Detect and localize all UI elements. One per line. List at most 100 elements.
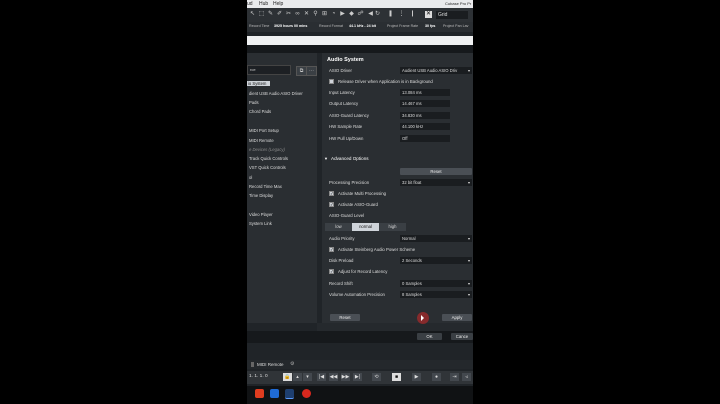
release-driver-label: Release Driver when Application is in Ba… xyxy=(338,79,433,84)
asio-guard-latency-value: 34.830 ms xyxy=(400,112,450,119)
rewind-icon[interactable]: ◀◀ xyxy=(329,373,338,381)
record-shift-field[interactable]: 0 Samples xyxy=(400,280,472,287)
list-item-devices-legacy[interactable]: e Devices (Legacy) xyxy=(249,147,285,152)
disk-preload-select[interactable]: 2 Seconds xyxy=(400,257,472,264)
list-item-pads[interactable]: Pads xyxy=(249,100,259,105)
list-item-system-link[interactable]: System Link xyxy=(249,221,272,226)
grid-toggle-icon[interactable]: ✕ xyxy=(425,11,432,18)
color-tool-icon[interactable]: ◆ xyxy=(348,11,355,18)
midi-remote-settings-icon[interactable]: ⚙ xyxy=(290,361,294,367)
frame-rate-value: 30 fps xyxy=(425,24,436,28)
time-warp-icon[interactable]: ◔ xyxy=(330,11,337,18)
list-item-ol[interactable]: ol xyxy=(249,175,252,180)
multi-processing-checkbox[interactable]: ✓ xyxy=(329,191,334,196)
advanced-reset-button[interactable]: Reset xyxy=(400,168,472,175)
brave-browser-icon[interactable] xyxy=(255,389,264,398)
processing-precision-select[interactable]: 32 bit float xyxy=(400,179,472,186)
cubase-window: ud Hub Help Cubase Pro Pr ↖ ⬚ ✎ ✐ ✂ ∞ ✕ … xyxy=(247,0,473,404)
snap-type-icon[interactable]: ⋮ xyxy=(398,11,405,18)
volume-precision-label: Volume Automation Precision xyxy=(329,292,385,297)
menu-item-hub[interactable]: Hub xyxy=(259,1,268,7)
list-item-record-time-max[interactable]: Record Time Max xyxy=(249,184,282,189)
menu-item-help[interactable]: Help xyxy=(273,1,283,7)
ok-button[interactable]: OK xyxy=(417,333,442,340)
list-item-midi-remote[interactable]: MIDI Remote xyxy=(249,138,274,143)
play-tool-icon[interactable]: ▶ xyxy=(339,11,346,18)
list-item-track-quick-controls[interactable]: Track Quick Controls xyxy=(249,156,288,161)
reset-button[interactable]: Reset xyxy=(330,314,360,321)
glue-tool-icon[interactable]: ∞ xyxy=(294,11,301,18)
settings-list: rce ⧉ ⋯ io System dient USB Audio ASIO D… xyxy=(247,53,317,323)
input-latency-value: 13.084 ms xyxy=(400,89,450,96)
adjust-record-checkbox[interactable]: ✓ xyxy=(329,269,334,274)
punch-icon[interactable]: ⇥ xyxy=(450,373,459,381)
snap-icon[interactable]: ❚ xyxy=(387,11,394,18)
midi-remote-bar: MIDI Remote ⚙ xyxy=(247,360,473,369)
record-icon[interactable]: ● xyxy=(432,373,441,381)
go-to-end-icon[interactable]: ▶| xyxy=(353,373,362,381)
list-item-audio-system[interactable]: io System xyxy=(247,81,271,86)
auto-scroll-icon[interactable]: ↻ xyxy=(374,11,381,18)
lock-icon[interactable]: 🔒 xyxy=(283,373,292,381)
mouse-tool-icon[interactable]: ☍ xyxy=(357,11,364,18)
input-latency-label: Input Latency xyxy=(329,90,355,95)
app-icon[interactable] xyxy=(270,389,279,398)
list-item-audient-driver[interactable]: dient USB Audio ASIO Driver xyxy=(249,91,303,96)
level-low-option[interactable]: low xyxy=(325,223,352,231)
output-latency-value: 14.467 ms xyxy=(400,100,450,107)
settings-menu-icon[interactable]: ⋯ xyxy=(306,66,317,76)
asio-driver-select[interactable]: Audient USB Audio ASIO Driv xyxy=(400,67,472,74)
toolbar: ↖ ⬚ ✎ ✐ ✂ ∞ ✕ ⚲ ⊞ ◔ ▶ ◆ ☍ ◀ ↻ ❚ ⋮ ❙ ✕ Gr… xyxy=(247,8,473,22)
collapse-triangle-icon[interactable]: ▼ xyxy=(324,156,328,161)
play-icon[interactable]: ▶ xyxy=(412,373,421,381)
panel-title: Audio System xyxy=(327,57,364,63)
marker-icon[interactable]: ▴ xyxy=(293,373,302,381)
hw-sample-rate-value: 44.100 kHz xyxy=(400,123,450,130)
asio-guard-label: Activate ASIO-Guard xyxy=(338,202,378,207)
quantize-icon[interactable]: ❙ xyxy=(409,11,416,18)
release-driver-checkbox[interactable] xyxy=(329,79,334,84)
advanced-options-title[interactable]: Advanced Options xyxy=(331,156,369,161)
grid-type-select[interactable]: Grid xyxy=(436,11,468,19)
record-format-value: 44.1 kHz - 24 bit xyxy=(349,24,376,28)
list-item-chord-pads[interactable]: Chord Pads xyxy=(249,109,271,114)
record-shift-label: Record Shift xyxy=(329,281,353,286)
marker-icon-2[interactable]: ▾ xyxy=(303,373,312,381)
recorder-icon[interactable] xyxy=(302,389,311,398)
audio-priority-select[interactable]: Normal xyxy=(400,235,472,242)
cancel-button[interactable]: Cance xyxy=(451,333,473,340)
device-filter-select[interactable]: rce xyxy=(247,65,291,75)
split-tool-icon[interactable]: ✂ xyxy=(285,11,292,18)
apply-button[interactable]: Apply xyxy=(442,314,472,321)
zoom-tool-icon[interactable]: ⚲ xyxy=(312,11,319,18)
position-display[interactable]: 1. 1. 1. 0 xyxy=(249,374,268,379)
volume-precision-field[interactable]: 8 Samples xyxy=(400,291,472,298)
comp-tool-icon[interactable]: ⊞ xyxy=(321,11,328,18)
list-item-vst-quick-controls[interactable]: VST Quick Controls xyxy=(249,165,286,170)
steinberg-power-checkbox[interactable]: ✓ xyxy=(329,247,334,252)
go-to-start-icon[interactable]: |◀ xyxy=(317,373,326,381)
audio-priority-label: Audio Priority xyxy=(329,236,355,241)
cubase-icon[interactable] xyxy=(285,389,294,399)
cycle-icon[interactable]: ⟲ xyxy=(372,373,381,381)
midi-remote-label[interactable]: MIDI Remote xyxy=(257,362,284,367)
mute-tool-icon[interactable]: ✕ xyxy=(303,11,310,18)
draw-tool-icon[interactable]: ✎ xyxy=(267,11,274,18)
arrow-tool-icon[interactable]: ↖ xyxy=(249,11,256,18)
level-normal-option[interactable]: normal xyxy=(352,223,379,231)
level-high-option[interactable]: high xyxy=(379,223,406,231)
speaker-icon[interactable]: ◀ xyxy=(367,11,374,18)
status-line: Record Time 3925 hours 00 mins Record Fo… xyxy=(247,22,473,32)
output-latency-label: Output Latency xyxy=(329,101,359,106)
list-item-video-player[interactable]: Video Player xyxy=(249,212,273,217)
asio-guard-checkbox[interactable]: ✓ xyxy=(329,202,334,207)
erase-tool-icon[interactable]: ✐ xyxy=(276,11,283,18)
metronome-icon[interactable]: ◃ xyxy=(462,373,471,381)
menu-item-ud[interactable]: ud xyxy=(247,1,253,7)
list-item-midi-port-setup[interactable]: MIDI Port Setup xyxy=(249,128,279,133)
forward-icon[interactable]: ▶▶ xyxy=(341,373,350,381)
stop-icon[interactable]: ■ xyxy=(392,373,401,381)
range-tool-icon[interactable]: ⬚ xyxy=(258,11,265,18)
list-item-time-display[interactable]: Time Display xyxy=(249,193,273,198)
midi-remote-bars-icon xyxy=(251,362,254,367)
